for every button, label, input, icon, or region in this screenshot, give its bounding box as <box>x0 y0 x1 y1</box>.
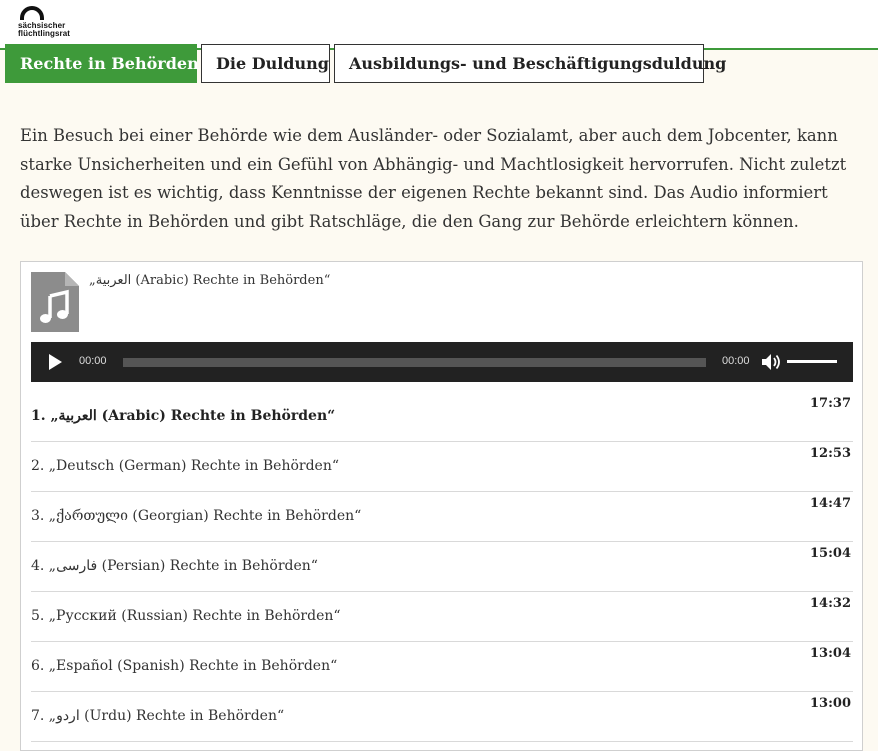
track-item-7[interactable]: 7. „اردو (Urdu) Rechte in Behörden“ 13:0… <box>31 692 853 742</box>
site-logo[interactable]: sächsischer flüchtlingsrat <box>18 4 88 44</box>
track-length: 13:00 <box>810 696 851 711</box>
track-title: 6. „Español (Spanish) Rechte in Behörden… <box>31 658 338 674</box>
track-title: 5. „Русский (Russian) Rechte in Behörden… <box>31 608 341 624</box>
track-length: 17:37 <box>810 396 851 411</box>
volume-slider[interactable] <box>787 360 837 363</box>
tab-ausbildungsduldung[interactable]: Ausbildungs- und Beschäftigungsduldung <box>334 44 726 83</box>
current-track-info: „العربية (Arabic) Rechte in Behörden“ <box>31 272 851 332</box>
duration-time: 00:00 <box>722 355 750 367</box>
current-time: 00:00 <box>79 355 107 367</box>
track-title: 4. „فارسی (Persian) Rechte in Behörden“ <box>31 558 318 574</box>
track-title: 3. „ქართული (Georgian) Rechte in Behörde… <box>31 508 362 524</box>
track-length: 14:47 <box>810 496 851 511</box>
track-title: 1. „العربية (Arabic) Rechte in Behörden“ <box>31 408 336 424</box>
logo-text-line2: flüchtlingsrat <box>18 29 71 38</box>
audio-player: 00:00 00:00 <box>31 342 853 382</box>
track-length: 12:53 <box>810 446 851 461</box>
track-item-5[interactable]: 5. „Русский (Russian) Rechte in Behörden… <box>31 592 853 642</box>
track-length: 14:32 <box>810 596 851 611</box>
track-length: 13:04 <box>810 646 851 661</box>
track-item-4[interactable]: 4. „فارسی (Persian) Rechte in Behörden“ … <box>31 542 853 592</box>
intro-text: Ein Besuch bei einer Behörde wie dem Aus… <box>20 126 847 231</box>
tab-rechte-in-behoerden[interactable]: Rechte in Behörden <box>5 44 199 83</box>
site-header: sächsischer flüchtlingsrat <box>0 0 878 50</box>
topic-tabs: Rechte in Behörden Die Duldung Ausbildun… <box>5 44 726 83</box>
track-item-6[interactable]: 6. „Español (Spanish) Rechte in Behörden… <box>31 642 853 692</box>
track-item-3[interactable]: 3. „ქართული (Georgian) Rechte in Behörde… <box>31 492 853 542</box>
track-title: 7. „اردو (Urdu) Rechte in Behörden“ <box>31 708 285 724</box>
music-file-icon <box>31 272 79 332</box>
logo-arc-icon <box>20 6 44 20</box>
current-track-title: „العربية (Arabic) Rechte in Behörden“ <box>89 273 331 288</box>
volume-icon[interactable] <box>761 353 781 371</box>
progress-bar[interactable] <box>123 358 706 367</box>
track-item-1[interactable]: 1. „العربية (Arabic) Rechte in Behörden“… <box>31 392 853 442</box>
track-item-2[interactable]: 2. „Deutsch (German) Rechte in Behörden“… <box>31 442 853 492</box>
track-title: 2. „Deutsch (German) Rechte in Behörden“ <box>31 458 339 474</box>
audio-playlist: „العربية (Arabic) Rechte in Behörden“ 00… <box>20 261 863 751</box>
tab-die-duldung[interactable]: Die Duldung <box>201 44 330 83</box>
track-list: 1. „العربية (Arabic) Rechte in Behörden“… <box>31 392 853 742</box>
track-length: 15:04 <box>810 546 851 561</box>
play-icon[interactable] <box>47 354 63 370</box>
